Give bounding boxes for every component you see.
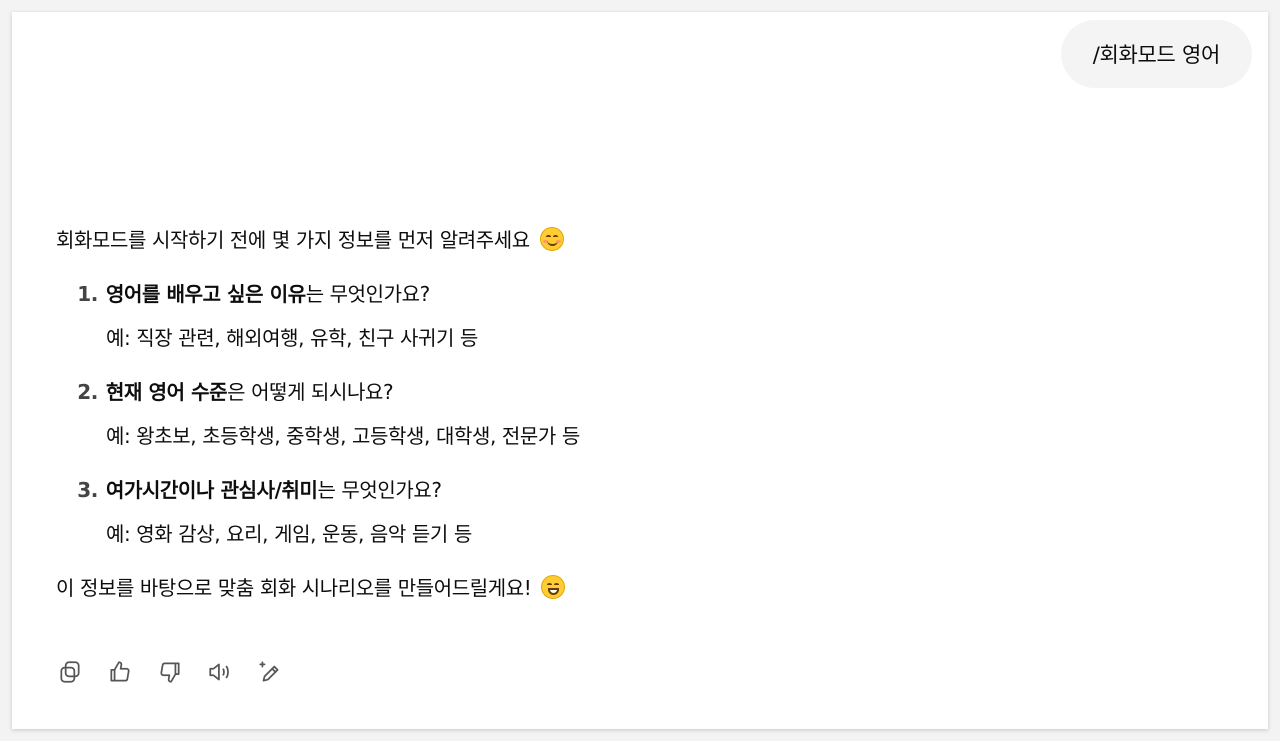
question-text: 현재 영어 수준은 어떻게 되시나요? [106,376,1206,408]
thumbs-up-button[interactable] [106,658,134,686]
user-message-text: /회화모드 영어 [1092,43,1221,67]
list-number: 2. [77,380,98,404]
question-text: 영어를 배우고 싶은 이유는 무엇인가요? [106,278,1206,310]
copy-button[interactable] [56,658,84,686]
question-example: 예: 직장 관련, 해외여행, 유학, 친구 사귀기 등 [106,326,478,350]
read-aloud-button[interactable] [206,658,234,686]
question-bold: 현재 영어 수준 [106,380,228,404]
assistant-message: 회화모드를 시작하기 전에 몇 가지 정보를 먼저 알려주세요 1. 영어를 배… [56,224,1206,604]
read-aloud-icon [209,663,229,681]
question-example: 예: 영화 감상, 요리, 게임, 운동, 음악 듣기 등 [106,522,472,546]
closing-text: 이 정보를 바탕으로 맞춤 회화 시나리오를 만들어드릴게요! [56,576,532,600]
intro-text: 회화모드를 시작하기 전에 몇 가지 정보를 먼저 알려주세요 [56,228,530,252]
question-text: 여가시간이나 관심사/취미는 무엇인가요? [106,474,1206,506]
edit-button[interactable] [256,658,284,686]
list-number: 1. [77,282,98,306]
question-rest: 는 무엇인가요? [317,478,442,502]
thumbs-up-icon [110,661,130,682]
question-example: 예: 왕초보, 초등학생, 중학생, 고등학생, 대학생, 전문가 등 [106,424,580,448]
assistant-closing: 이 정보를 바탕으로 맞춤 회화 시나리오를 만들어드릴게요! [56,572,1206,604]
list-number: 3. [77,478,98,502]
list-item: 2. 현재 영어 수준은 어떻게 되시나요? 예: 왕초보, 초등학생, 중학생… [56,376,1206,452]
thumbs-down-button[interactable] [156,658,184,686]
list-item: 1. 영어를 배우고 싶은 이유는 무엇인가요? 예: 직장 관련, 해외여행,… [56,278,1206,354]
question-rest: 은 어떻게 되시나요? [227,380,394,404]
grinning-face-emoji [541,575,566,599]
user-message-bubble: /회화모드 영어 [1060,20,1252,88]
question-list: 1. 영어를 배우고 싶은 이유는 무엇인가요? 예: 직장 관련, 해외여행,… [56,278,1206,550]
copy-icon [60,661,80,683]
chat-window: /회화모드 영어 회화모드를 시작하기 전에 몇 가지 정보를 먼저 알려주세요… [12,12,1268,729]
question-bold: 영어를 배우고 싶은 이유 [106,282,306,306]
message-actions [56,658,284,686]
question-bold: 여가시간이나 관심사/취미 [106,478,318,502]
thumbs-down-icon [160,662,180,683]
smiling-face-emoji [539,227,564,251]
edit-sparkle-icon [259,661,279,682]
list-item: 3. 여가시간이나 관심사/취미는 무엇인가요? 예: 영화 감상, 요리, 게… [56,474,1206,550]
assistant-intro: 회화모드를 시작하기 전에 몇 가지 정보를 먼저 알려주세요 [56,224,1206,256]
question-rest: 는 무엇인가요? [305,282,431,306]
